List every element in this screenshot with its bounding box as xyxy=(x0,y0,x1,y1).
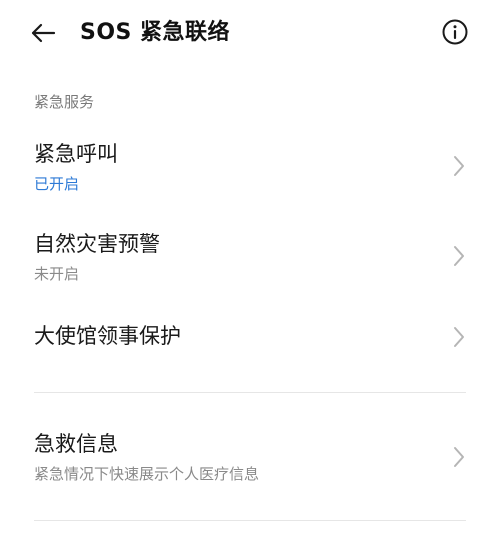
section-title-emergency-services: 紧急服务 xyxy=(34,93,95,111)
item-title: 自然灾害预警 xyxy=(34,232,160,256)
divider xyxy=(34,520,466,521)
info-circle-icon xyxy=(442,19,468,45)
item-status: 未开启 xyxy=(34,265,80,283)
item-status: 已开启 xyxy=(34,175,80,193)
list-item-emergency-call[interactable]: 紧急呼叫 已开启 xyxy=(0,128,500,206)
item-title: 大使馆领事保护 xyxy=(34,324,181,348)
item-description: 紧急情况下快速展示个人医疗信息 xyxy=(34,465,260,483)
app-header: SOS 紧急联络 xyxy=(0,0,500,66)
item-title: 急救信息 xyxy=(34,432,118,456)
list-item-disaster-alert[interactable]: 自然灾害预警 未开启 xyxy=(0,218,500,296)
list-item-first-aid-info[interactable]: 急救信息 紧急情况下快速展示个人医疗信息 xyxy=(0,418,500,496)
chevron-right-icon xyxy=(454,156,464,176)
divider xyxy=(34,392,466,393)
chevron-right-icon xyxy=(454,246,464,266)
chevron-right-icon xyxy=(454,447,464,467)
arrow-left-icon xyxy=(31,23,56,43)
list-item-consular-protection[interactable]: 大使馆领事保护 xyxy=(0,310,500,366)
info-button[interactable] xyxy=(441,18,469,46)
back-button[interactable] xyxy=(28,18,58,48)
chevron-right-icon xyxy=(454,327,464,347)
page-title: SOS 紧急联络 xyxy=(80,20,231,45)
item-title: 紧急呼叫 xyxy=(34,142,118,166)
